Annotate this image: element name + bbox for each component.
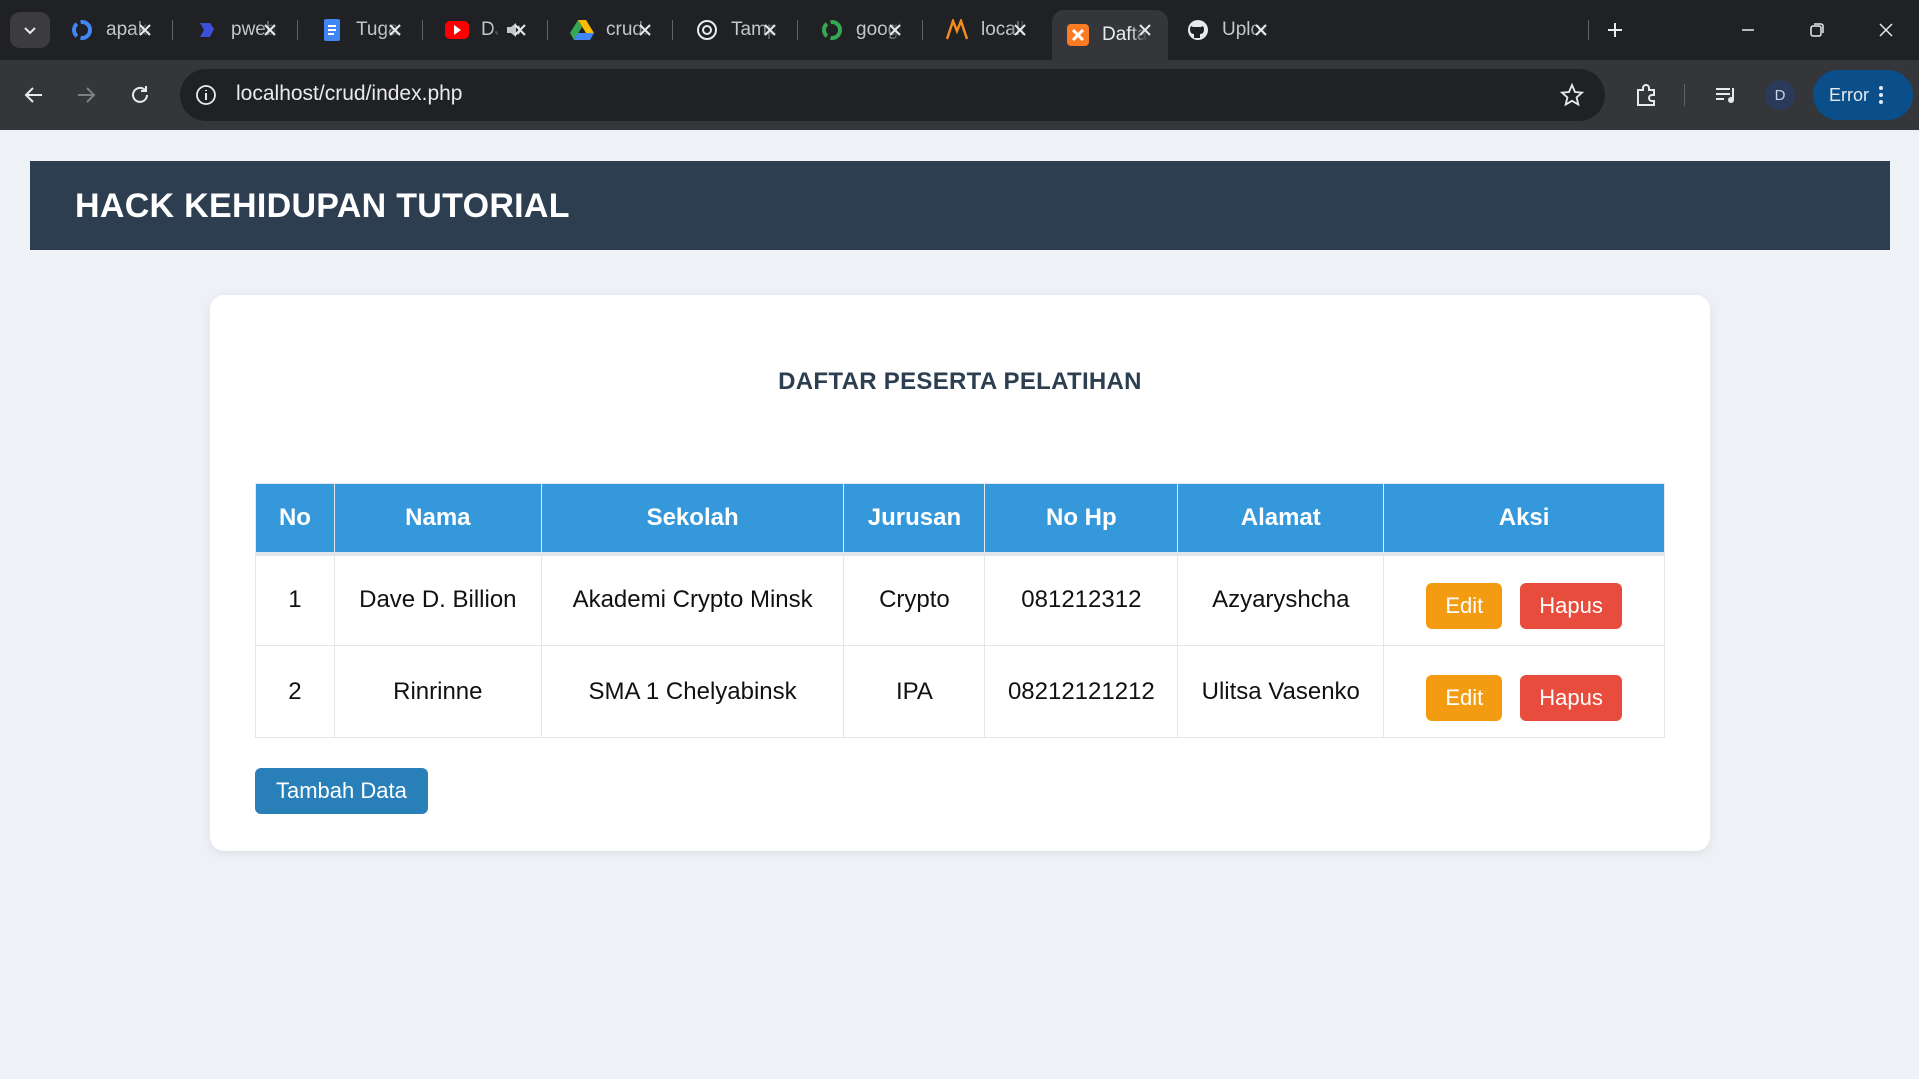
browser-tab[interactable]: Tampi (681, 10, 793, 50)
cell-aksi: Edit Hapus (1383, 553, 1665, 646)
table-row: 1 Dave D. Billion Akademi Crypto Minsk C… (255, 553, 1665, 646)
close-icon (1879, 23, 1893, 37)
arrow-right-icon (78, 87, 96, 103)
close-icon[interactable] (259, 19, 281, 41)
media-control-button[interactable] (1711, 80, 1741, 110)
cell-no: 1 (255, 553, 335, 646)
address-bar[interactable]: localhost/crud/index.php (180, 69, 1605, 121)
site-header: HACK KEHIDUPAN TUTORIAL (30, 161, 1890, 250)
chevron-down-icon (24, 27, 36, 35)
browser-toolbar: localhost/crud/index.php D Error (0, 60, 1919, 130)
column-header-alamat: Alamat (1177, 483, 1385, 556)
browser-tab[interactable]: crud.r (556, 10, 668, 50)
browser-tab[interactable]: DJ (431, 10, 543, 50)
docs-icon (320, 18, 344, 42)
cell-alamat: Azyaryshcha (1177, 553, 1385, 646)
column-header-sekolah: Sekolah (540, 483, 845, 556)
cell-aksi: Edit Hapus (1383, 645, 1665, 738)
column-header-aksi: Aksi (1383, 483, 1665, 556)
reload-button[interactable] (120, 75, 160, 115)
puzzle-icon (1637, 84, 1655, 106)
edit-button[interactable]: Edit (1426, 674, 1503, 721)
cell-sekolah: Akademi Crypto Minsk (540, 553, 845, 646)
close-icon[interactable] (634, 19, 656, 41)
site-info-icon[interactable] (194, 83, 218, 107)
chatgpt-icon (695, 18, 719, 42)
error-label: Error (1829, 84, 1869, 105)
browser-tab[interactable]: localh (931, 10, 1043, 50)
cell-sekolah: SMA 1 Chelyabinsk (540, 645, 845, 738)
cell-nama: Rinrinne (333, 645, 542, 738)
close-icon[interactable] (509, 19, 531, 41)
close-icon[interactable] (1250, 19, 1272, 41)
minimize-icon (1742, 29, 1754, 31)
browser-tab[interactable]: Uploa (1172, 10, 1284, 50)
site-title: HACK KEHIDUPAN TUTORIAL (75, 187, 570, 225)
close-icon[interactable] (384, 19, 406, 41)
table-row: 2 Rinrinne SMA 1 Chelyabinsk IPA 0821212… (255, 645, 1665, 738)
google-icon (820, 18, 844, 42)
cell-jurusan: IPA (843, 645, 986, 738)
close-window-button[interactable] (1866, 10, 1906, 50)
participants-table: No Nama Sekolah Jurusan No Hp Alamat Aks… (255, 483, 1665, 738)
browser-tab[interactable]: apaka (56, 10, 168, 50)
close-icon[interactable] (1009, 19, 1031, 41)
tab-search-button[interactable] (10, 12, 50, 48)
page-viewport: HACK KEHIDUPAN TUTORIAL DAFTAR PESERTA P… (0, 130, 1919, 1079)
browser-tab[interactable]: Tugas (306, 10, 418, 50)
close-icon[interactable] (759, 19, 781, 41)
extensions-button[interactable] (1631, 80, 1661, 110)
close-icon[interactable] (884, 19, 906, 41)
edit-button[interactable]: Edit (1426, 583, 1503, 630)
minimize-button[interactable] (1728, 10, 1768, 50)
browser-tab[interactable]: pweb (181, 10, 293, 50)
column-header-jurusan: Jurusan (843, 483, 986, 556)
close-icon[interactable] (134, 19, 156, 41)
browser-tab[interactable]: googl (806, 10, 918, 50)
column-header-nama: Nama (333, 483, 542, 556)
cell-no-hp: 08212121212 (984, 645, 1179, 738)
add-data-button[interactable]: Tambah Data (255, 768, 428, 814)
delete-button[interactable]: Hapus (1520, 583, 1622, 630)
back-button[interactable] (14, 75, 54, 115)
content-card: DAFTAR PESERTA PELATIHAN No Nama Sekolah… (210, 295, 1710, 851)
cell-no: 2 (255, 645, 335, 738)
cell-no-hp: 081212312 (984, 553, 1179, 646)
arrow-left-icon (24, 87, 42, 103)
playlist-icon (1716, 88, 1734, 103)
column-header-no-hp: No Hp (984, 483, 1179, 556)
forward-button[interactable] (66, 75, 106, 115)
new-tab-button[interactable] (1598, 13, 1632, 47)
restore-icon (1810, 23, 1824, 37)
plus-icon (1608, 23, 1622, 37)
github-icon (1186, 18, 1210, 42)
profile-avatar[interactable]: D (1765, 80, 1795, 110)
browser-tab-active[interactable]: Daftar (1052, 10, 1168, 60)
drive-icon (570, 18, 594, 42)
cell-jurusan: Crypto (843, 553, 986, 646)
cell-alamat: Ulitsa Vasenko (1177, 645, 1385, 738)
google-icon (70, 18, 94, 42)
restore-button[interactable] (1797, 10, 1837, 50)
table-header-row: No Nama Sekolah Jurusan No Hp Alamat Aks… (255, 483, 1665, 556)
youtube-icon (445, 18, 469, 42)
error-menu-button[interactable]: Error (1813, 70, 1913, 120)
cell-nama: Dave D. Billion (333, 553, 542, 646)
close-icon[interactable] (1134, 19, 1156, 41)
reload-icon (132, 86, 148, 103)
pweb-icon (195, 18, 219, 42)
page-title: DAFTAR PESERTA PELATIHAN (778, 368, 1142, 395)
xampp-icon (945, 18, 969, 42)
more-vert-icon (1879, 86, 1883, 104)
browser-tabstrip: apaka pweb Tugas DJ crud.r (0, 0, 1919, 60)
url-text[interactable]: localhost/crud/index.php (236, 82, 462, 106)
column-header-no: No (255, 483, 335, 556)
delete-button[interactable]: Hapus (1520, 674, 1622, 721)
bookmark-star-icon[interactable] (1559, 82, 1585, 108)
xampp-icon (1066, 23, 1090, 47)
